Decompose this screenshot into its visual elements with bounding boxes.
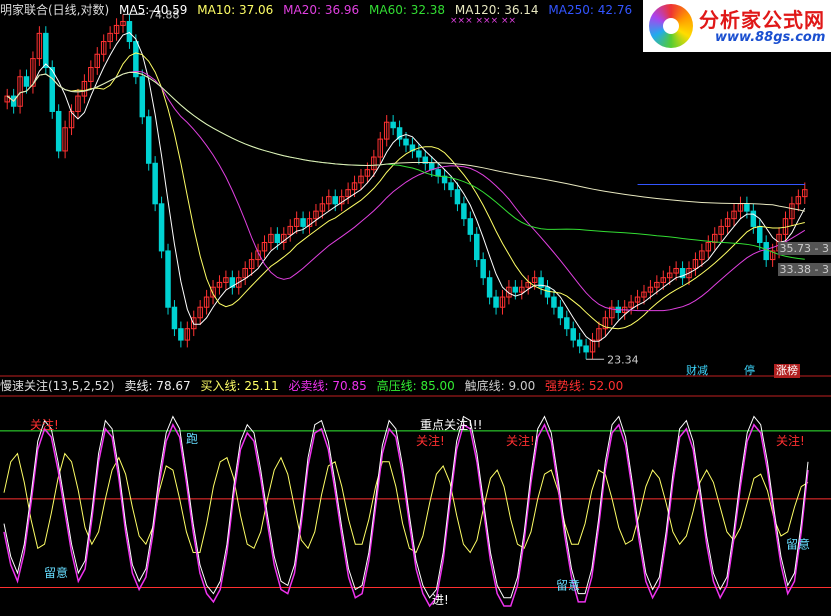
ma-legend: 明家联合(日线,对数) MA5: 40.59 MA10: 37.06 MA20:… bbox=[0, 2, 638, 18]
strong-line-value: 强势线: 52.00 bbox=[545, 379, 624, 393]
signal-label-guanzhu: 关注! bbox=[416, 433, 445, 448]
signal-label-guanzhu: 关注! bbox=[776, 433, 805, 448]
candle-body bbox=[544, 286, 551, 298]
ma10-value: MA10: 37.06 bbox=[197, 3, 274, 17]
badge-cai: 财减 bbox=[686, 364, 708, 377]
candle-body bbox=[551, 296, 557, 308]
signal-label-liuyi: 留意 bbox=[786, 536, 810, 551]
ma5-line bbox=[6, 31, 806, 342]
signal-label-guanzhu: 关注! bbox=[506, 433, 535, 448]
candle-body bbox=[274, 233, 281, 244]
ma10-line bbox=[6, 52, 805, 330]
stock-chart[interactable]: 74.8823.34关注!跑留意关注!重点关注!!!进!关注!留意关注!留意 bbox=[0, 0, 831, 616]
candle-body bbox=[750, 210, 757, 227]
signal-label-focus: 重点关注!!! bbox=[420, 417, 482, 432]
candle-body bbox=[165, 250, 171, 308]
candle-body bbox=[23, 76, 30, 87]
candle-body bbox=[448, 182, 454, 191]
stock-title: 明家联合(日线,对数) bbox=[0, 3, 110, 17]
signal-label-pao: 跑 bbox=[186, 432, 198, 446]
candle-body bbox=[763, 242, 769, 261]
candle-body bbox=[158, 203, 165, 252]
must-sell-value: 必卖线: 70.85 bbox=[288, 379, 367, 393]
candle-body bbox=[145, 116, 152, 164]
site-logo: 分析家公式网 www.88gs.com bbox=[643, 0, 831, 52]
signal-label-liuyi: 留意 bbox=[44, 565, 68, 580]
candle-body bbox=[435, 169, 441, 177]
price-label-2: 33.38 - 3 bbox=[777, 263, 831, 276]
candle-body bbox=[570, 328, 576, 341]
indicator-legend: 慢速关注(13,5,2,52) 卖线: 78.67 买入线: 25.11 必卖线… bbox=[0, 378, 629, 394]
candle-body bbox=[300, 218, 306, 227]
indicator-title: 慢速关注(13,5,2,52) bbox=[0, 379, 115, 393]
candle-body bbox=[474, 233, 480, 261]
pressure-line-value: 高压线: 85.00 bbox=[376, 379, 455, 393]
candle-body bbox=[178, 328, 184, 341]
candle-body bbox=[557, 306, 564, 319]
candle-body bbox=[171, 306, 178, 330]
badge-ting: 停 bbox=[744, 364, 755, 377]
legend-marks: ××× ××× ×× bbox=[450, 16, 517, 26]
signal-label-jin: 进! bbox=[432, 593, 449, 607]
badge-zhang: 涨榜 bbox=[774, 364, 800, 378]
sell-line bbox=[3, 415, 809, 599]
candle-body bbox=[493, 296, 499, 308]
buy-line-value: 买入线: 25.11 bbox=[200, 379, 279, 393]
candle-body bbox=[390, 121, 396, 129]
logo-flower-icon bbox=[649, 4, 693, 48]
candle-body bbox=[576, 339, 583, 347]
bottom-line-value: 触底线: 9.00 bbox=[464, 379, 536, 393]
signal-label-liuyi: 留意 bbox=[556, 577, 580, 592]
candle-body bbox=[461, 203, 467, 220]
candle-body bbox=[332, 196, 338, 205]
candle-body bbox=[49, 67, 55, 112]
sell-line-value: 卖线: 78.67 bbox=[124, 379, 191, 393]
ma60-value: MA60: 32.38 bbox=[369, 3, 446, 17]
candle-body bbox=[416, 150, 422, 158]
candle-body bbox=[403, 138, 409, 146]
candle-body bbox=[152, 162, 158, 205]
price-label-1: 35.73 - 3 bbox=[777, 242, 831, 255]
logo-name: 分析家公式网 bbox=[699, 8, 825, 32]
candle-body bbox=[480, 259, 486, 279]
candle-body bbox=[583, 345, 589, 353]
low-price-label: 23.34 bbox=[607, 353, 639, 366]
candle-body bbox=[454, 189, 461, 205]
ma20-value: MA20: 36.96 bbox=[283, 3, 360, 17]
candle-body bbox=[744, 203, 750, 212]
candle-body bbox=[512, 286, 519, 293]
candle-body bbox=[126, 21, 133, 43]
ma120-value: MA120: 36.14 bbox=[454, 3, 539, 17]
candle-body bbox=[757, 225, 763, 244]
ma5-value: MA5: 40.59 bbox=[119, 3, 188, 17]
logo-site: www.88gs.com bbox=[715, 30, 826, 45]
candle-body bbox=[564, 317, 570, 330]
candle-body bbox=[486, 277, 493, 298]
candle-body bbox=[55, 110, 62, 152]
candle-body bbox=[43, 32, 49, 69]
candle-body bbox=[139, 76, 146, 118]
ma60-line bbox=[6, 71, 805, 260]
ma250-value: MA250: 42.76 bbox=[548, 3, 633, 17]
candle-body bbox=[467, 218, 474, 235]
signal-label-guanzhu: 关注! bbox=[30, 417, 59, 432]
